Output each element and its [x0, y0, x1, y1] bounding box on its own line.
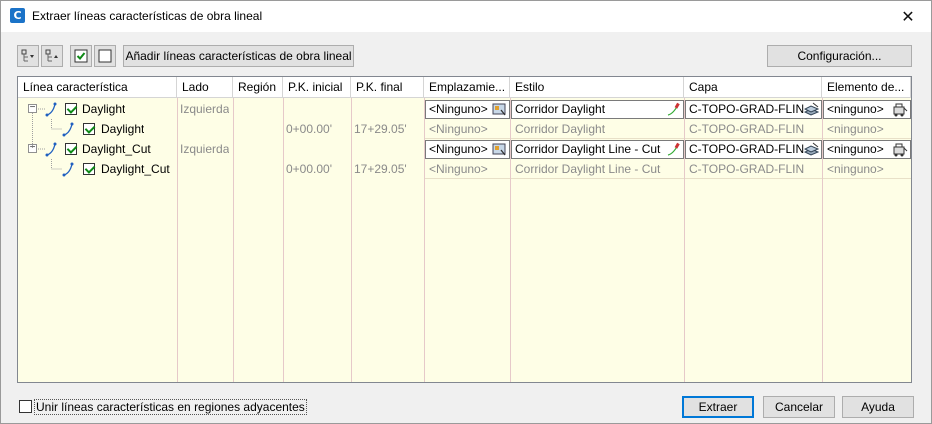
- site-value: <Ninguno>: [429, 102, 488, 116]
- collapse-all-button[interactable]: [41, 45, 63, 67]
- layer-dropdown[interactable]: C-TOPO-GRAD-FLIN: [685, 100, 822, 119]
- table-row[interactable]: − Daylight_Cut Izquierda <Ninguno> Corri…: [18, 139, 911, 159]
- style-picker-icon[interactable]: [666, 142, 681, 157]
- column-header-element[interactable]: Elemento de...: [822, 77, 911, 98]
- tree-collapse-icon: [45, 49, 58, 62]
- site-cell: <Ninguno>: [425, 120, 510, 139]
- start-station-cell: 0+00.00': [286, 162, 333, 176]
- cancel-button[interactable]: Cancelar: [763, 396, 835, 418]
- element-cell: <ninguno>: [823, 120, 911, 139]
- table-row[interactable]: Daylight_Cut 0+00.00' 17+29.05' <Ninguno…: [18, 159, 911, 179]
- site-dropdown[interactable]: <Ninguno>: [425, 100, 510, 119]
- column-header-feature-line[interactable]: Línea característica: [18, 77, 177, 98]
- help-button[interactable]: Ayuda: [842, 396, 914, 418]
- title-bar: C Extraer líneas características de obra…: [1, 1, 931, 32]
- layer-picker-icon[interactable]: [804, 142, 819, 157]
- settings-button[interactable]: Configuración...: [767, 45, 912, 67]
- site-value: <Ninguno>: [429, 142, 488, 156]
- expand-all-button[interactable]: [17, 45, 39, 67]
- uncheck-all-button[interactable]: [94, 45, 116, 67]
- style-value: Corridor Daylight Line - Cut: [515, 142, 661, 156]
- column-header-layer[interactable]: Capa: [684, 77, 822, 98]
- column-header-style[interactable]: Estilo: [510, 77, 684, 98]
- grid-header: Línea característica Lado Región P.K. in…: [18, 77, 911, 98]
- feature-line-checkbox[interactable]: [83, 163, 95, 175]
- style-value: Corridor Daylight: [515, 102, 606, 116]
- site-dropdown[interactable]: <Ninguno>: [425, 140, 510, 159]
- element-dropdown[interactable]: <ninguno>: [823, 100, 911, 119]
- style-picker-icon[interactable]: [666, 102, 681, 117]
- element-dropdown[interactable]: <ninguno>: [823, 140, 911, 159]
- style-cell: Corridor Daylight: [511, 120, 684, 139]
- element-cell: <ninguno>: [823, 160, 911, 179]
- layer-picker-icon[interactable]: [804, 102, 819, 117]
- feature-line-checkbox[interactable]: [83, 123, 95, 135]
- column-header-start-station[interactable]: P.K. inicial: [283, 77, 351, 98]
- table-row[interactable]: Daylight 0+00.00' 17+29.05' <Ninguno> Co…: [18, 119, 911, 139]
- style-dropdown[interactable]: Corridor Daylight Line - Cut: [511, 140, 684, 159]
- join-regions-label[interactable]: Unir líneas características en regiones …: [34, 399, 307, 415]
- unchecked-checkbox-icon: [98, 49, 112, 63]
- feature-line-name: Daylight_Cut: [101, 162, 170, 176]
- feature-lines-grid[interactable]: Línea característica Lado Región P.K. in…: [17, 76, 912, 383]
- dialog-window: C Extraer líneas características de obra…: [0, 0, 932, 424]
- dialog-title: Extraer líneas características de obra l…: [32, 9, 263, 23]
- add-feature-lines-button[interactable]: Añadir líneas características de obra li…: [123, 45, 354, 67]
- element-picker-icon[interactable]: [893, 102, 908, 117]
- column-header-region[interactable]: Región: [233, 77, 283, 98]
- layer-value: C-TOPO-GRAD-FLIN: [689, 102, 805, 116]
- column-header-site[interactable]: Emplazamie...: [424, 77, 510, 98]
- layer-value: C-TOPO-GRAD-FLIN: [689, 142, 805, 156]
- side-cell: Izquierda: [180, 102, 230, 116]
- feature-line-name: Daylight: [101, 122, 145, 136]
- side-cell: Izquierda: [180, 142, 230, 156]
- column-header-end-station[interactable]: P.K. final: [351, 77, 424, 98]
- site-cell: <Ninguno>: [425, 160, 510, 179]
- join-regions-checkbox[interactable]: [19, 400, 32, 413]
- start-station-cell: 0+00.00': [286, 122, 333, 136]
- extract-button[interactable]: Extraer: [682, 396, 754, 418]
- element-value: <ninguno>: [827, 142, 884, 156]
- check-all-button[interactable]: [70, 45, 92, 67]
- checked-checkbox-icon: [74, 49, 88, 63]
- element-picker-icon[interactable]: [893, 142, 908, 157]
- tree-connector-lines: [32, 108, 62, 170]
- style-dropdown[interactable]: Corridor Daylight: [511, 100, 684, 119]
- layer-dropdown[interactable]: C-TOPO-GRAD-FLIN: [685, 140, 822, 159]
- element-value: <ninguno>: [827, 102, 884, 116]
- site-picker-icon[interactable]: [492, 102, 507, 117]
- column-header-side[interactable]: Lado: [177, 77, 233, 98]
- close-button[interactable]: ✕: [885, 1, 931, 32]
- civil3d-app-icon: C: [10, 8, 25, 23]
- feature-line-name: Daylight_Cut: [82, 142, 151, 156]
- table-row[interactable]: − Daylight Izquierda <Ninguno> Corridor …: [18, 99, 911, 119]
- end-station-cell: 17+29.05': [354, 122, 407, 136]
- layer-cell: C-TOPO-GRAD-FLIN: [685, 120, 822, 139]
- tree-expand-icon: [21, 49, 34, 62]
- style-cell: Corridor Daylight Line - Cut: [511, 160, 684, 179]
- layer-cell: C-TOPO-GRAD-FLIN: [685, 160, 822, 179]
- site-picker-icon[interactable]: [492, 142, 507, 157]
- feature-line-name: Daylight: [82, 102, 126, 116]
- end-station-cell: 17+29.05': [354, 162, 407, 176]
